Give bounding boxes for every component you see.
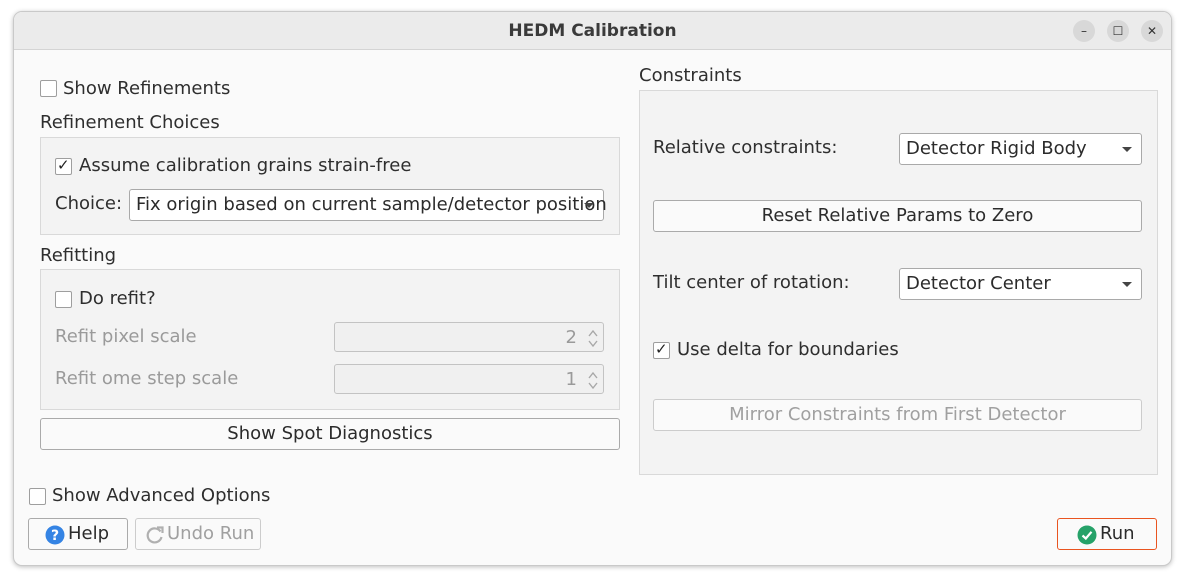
show-refinements-label: Show Refinements [63, 78, 231, 99]
tilt-center-value: Detector Center [906, 273, 1051, 294]
undo-run-label: Undo Run [167, 523, 255, 544]
spin-down-icon[interactable] [587, 338, 599, 350]
chevron-down-icon [1122, 282, 1132, 287]
strain-free-checkbox[interactable]: ✓ [55, 156, 72, 175]
do-refit-checkbox[interactable] [55, 291, 72, 308]
refit-ome-step-label: Refit ome step scale [55, 368, 239, 389]
undo-run-button[interactable]: Undo Run [135, 518, 261, 550]
refinement-choices-title: Refinement Choices [40, 112, 220, 133]
mirror-constraints-button[interactable]: Mirror Constraints from First Detector [653, 399, 1142, 431]
hedm-calibration-dialog: HEDM Calibration – ☐ ✕ Show Refinements … [13, 11, 1172, 566]
maximize-icon: ☐ [1112, 24, 1124, 38]
run-button[interactable]: Run [1057, 518, 1157, 550]
relative-constraints-value: Detector Rigid Body [906, 138, 1087, 159]
maximize-button[interactable]: ☐ [1107, 20, 1129, 42]
show-refinements-checkbox[interactable] [40, 80, 57, 97]
show-advanced-checkbox[interactable] [29, 488, 46, 505]
close-button[interactable]: ✕ [1141, 20, 1163, 42]
show-advanced-label: Show Advanced Options [52, 485, 271, 506]
show-spot-diagnostics-button[interactable]: Show Spot Diagnostics [40, 418, 620, 450]
help-label: Help [68, 523, 110, 544]
help-icon: ? [45, 525, 65, 545]
refit-pixel-scale-value: 2 [565, 327, 577, 348]
relative-constraints-label: Relative constraints: [653, 137, 838, 158]
use-delta-label: Use delta for boundaries [677, 339, 899, 360]
tilt-center-select[interactable]: Detector Center [899, 268, 1142, 300]
strain-free-label: Assume calibration grains strain-free [79, 155, 412, 176]
chevron-down-icon [584, 203, 594, 208]
refitting-group: Do refit? Refit pixel scale 2 Refit ome … [40, 269, 620, 410]
refitting-title: Refitting [40, 245, 117, 266]
refinement-choices-group: ✓ Assume calibration grains strain-free … [40, 137, 620, 235]
check-icon: ✓ [655, 340, 668, 358]
constraints-title: Constraints [639, 65, 742, 86]
refit-pixel-scale-label: Refit pixel scale [55, 326, 197, 347]
choice-label: Choice: [55, 193, 123, 214]
choice-select-value: Fix origin based on current sample/detec… [136, 194, 607, 215]
title-bar[interactable]: HEDM Calibration – ☐ ✕ [14, 12, 1171, 50]
choice-select[interactable]: Fix origin based on current sample/detec… [129, 189, 607, 221]
help-button[interactable]: ? Help [28, 518, 128, 550]
refit-ome-step-spinbox[interactable]: 1 [334, 364, 604, 394]
refit-ome-step-value: 1 [565, 369, 577, 390]
undo-icon [146, 526, 164, 544]
minimize-button[interactable]: – [1073, 20, 1095, 42]
use-delta-checkbox[interactable]: ✓ [653, 340, 670, 359]
constraints-group: Relative constraints: Detector Rigid Bod… [639, 90, 1158, 475]
window-title: HEDM Calibration [508, 21, 677, 41]
spin-down-icon[interactable] [587, 380, 599, 392]
reset-relative-params-button[interactable]: Reset Relative Params to Zero [653, 200, 1142, 232]
tilt-center-label: Tilt center of rotation: [653, 272, 850, 293]
minimize-icon: – [1081, 24, 1087, 38]
checkmark-circle-icon [1077, 525, 1097, 545]
check-icon: ✓ [57, 156, 70, 174]
close-icon: ✕ [1146, 24, 1158, 38]
svg-text:?: ? [51, 528, 59, 544]
do-refit-label: Do refit? [79, 288, 156, 309]
chevron-down-icon [1122, 147, 1132, 152]
refit-pixel-scale-spinbox[interactable]: 2 [334, 322, 604, 352]
run-label: Run [1100, 523, 1135, 544]
relative-constraints-select[interactable]: Detector Rigid Body [899, 133, 1142, 165]
